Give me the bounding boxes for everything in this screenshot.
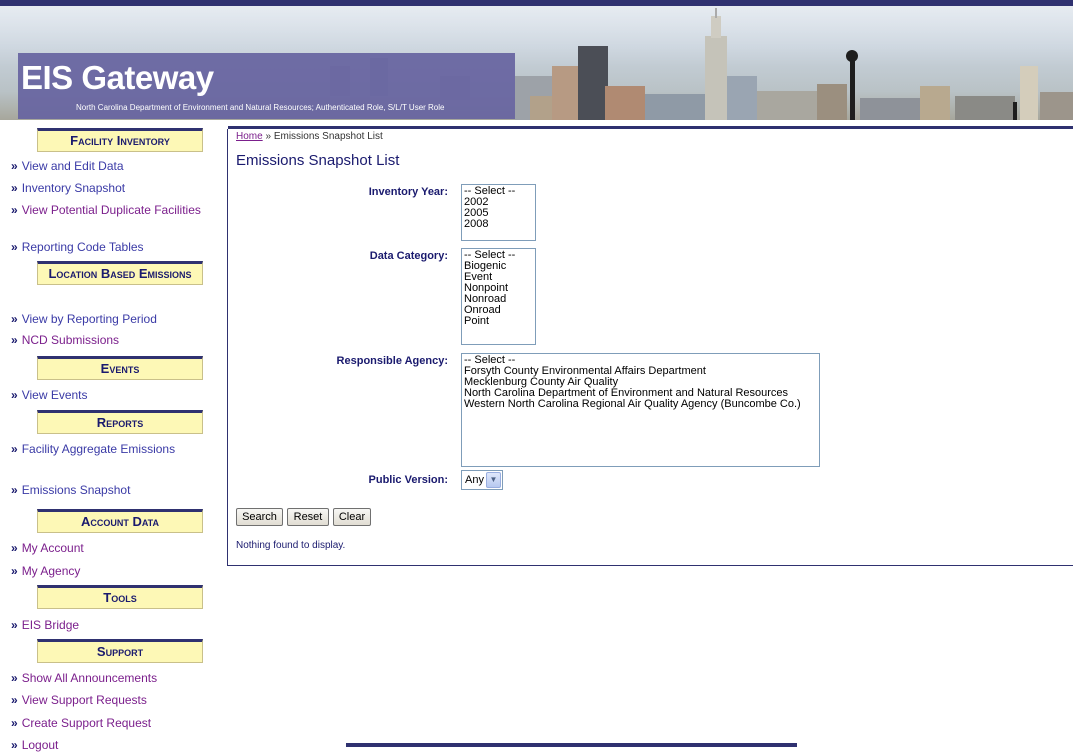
sidebar-header-support: Support (37, 639, 203, 663)
sidebar-item-show-all-announcements[interactable]: » Show All Announcements (11, 671, 157, 686)
chevron-icon: » (11, 541, 18, 555)
listbox-option[interactable]: Point (464, 316, 533, 327)
header-banner: EIS Gateway North Carolina Department of… (0, 0, 1073, 120)
app-subtitle: North Carolina Department of Environment… (76, 103, 445, 112)
sidebar-item-label: My Agency (21, 564, 81, 578)
page-title: Emissions Snapshot List (236, 152, 400, 169)
inventory-year-listbox[interactable]: -- Select -- 2002 2005 2008 (461, 184, 536, 241)
sidebar-item-eis-bridge[interactable]: » EIS Bridge (11, 618, 79, 633)
sidebar-item-my-agency[interactable]: » My Agency (11, 564, 80, 579)
sidebar-item-label: Create Support Request (21, 716, 152, 730)
breadcrumb-separator: » (265, 131, 272, 142)
chevron-icon: » (11, 716, 18, 730)
sidebar-header-account-data: Account Data (37, 509, 203, 533)
sidebar-item-label: EIS Bridge (21, 618, 80, 632)
chevron-icon: » (11, 483, 18, 497)
data-category-label: Data Category: (369, 250, 448, 262)
sidebar-item-label: View Potential Duplicate Facilities (21, 203, 201, 217)
public-version-value: Any (465, 474, 484, 486)
chevron-icon: » (11, 181, 18, 195)
sidebar-item-view-events[interactable]: » View Events (11, 388, 88, 403)
sidebar-header-location-based-emissions: Location Based Emissions (37, 261, 203, 285)
listbox-option[interactable]: Western North Carolina Regional Air Qual… (464, 399, 817, 410)
breadcrumb-current: Emissions Snapshot List (273, 131, 383, 142)
sidebar-header-reports: Reports (37, 410, 203, 434)
sidebar-item-emissions-snapshot[interactable]: » Emissions Snapshot (11, 483, 130, 498)
chevron-icon: » (11, 159, 18, 173)
sidebar-header-facility-inventory: Facility Inventory (37, 128, 203, 152)
sidebar-item-view-support-requests[interactable]: » View Support Requests (11, 693, 147, 708)
search-button[interactable]: Search (236, 508, 283, 526)
sidebar-item-label: Inventory Snapshot (21, 181, 126, 195)
chevron-icon: » (11, 738, 18, 752)
sidebar-item-create-support-request[interactable]: » Create Support Request (11, 716, 151, 731)
chevron-icon: » (11, 618, 18, 632)
sidebar-item-inventory-snapshot[interactable]: » Inventory Snapshot (11, 181, 125, 196)
chevron-icon: » (11, 442, 18, 456)
footer-rule (346, 743, 797, 747)
result-message: Nothing found to display. (236, 540, 346, 551)
responsible-agency-label: Responsible Agency: (336, 355, 448, 367)
sidebar-item-label: View by Reporting Period (21, 312, 157, 326)
sidebar-item-label: NCD Submissions (21, 333, 120, 347)
inventory-year-label: Inventory Year: (368, 186, 448, 198)
sidebar-header-events: Events (37, 356, 203, 380)
sidebar-item-label: Emissions Snapshot (21, 483, 131, 497)
responsible-agency-listbox[interactable]: -- Select -- Forsyth County Environmenta… (461, 353, 820, 467)
sidebar-item-reporting-code-tables[interactable]: » Reporting Code Tables (11, 240, 144, 255)
sidebar-item-label: My Account (21, 541, 84, 555)
chevron-icon: » (11, 671, 18, 685)
chevron-icon: » (11, 693, 18, 707)
sidebar-item-facility-aggregate-emissions[interactable]: » Facility Aggregate Emissions (11, 442, 201, 457)
reset-button[interactable]: Reset (287, 508, 329, 526)
sidebar-item-label: View Support Requests (21, 693, 147, 707)
app-title: EIS Gateway (21, 59, 214, 96)
sidebar-item-label: Show All Announcements (21, 671, 158, 685)
chevron-icon: » (11, 203, 18, 217)
chevron-down-icon[interactable]: ▼ (486, 472, 501, 488)
clear-button[interactable]: Clear (333, 508, 371, 526)
sidebar-item-view-potential-duplicate-facilities[interactable]: » View Potential Duplicate Facilities (11, 203, 201, 218)
breadcrumb: Home » Emissions Snapshot List (236, 131, 383, 142)
sidebar-item-view-by-reporting-period[interactable]: » View by Reporting Period (11, 312, 157, 327)
listbox-option[interactable]: 2008 (464, 219, 533, 230)
sidebar-item-ncd-submissions[interactable]: » NCD Submissions (11, 333, 119, 348)
public-version-select[interactable]: Any ▼ (461, 470, 503, 490)
sidebar-item-view-and-edit-data[interactable]: » View and Edit Data (11, 159, 124, 174)
chevron-icon: » (11, 564, 18, 578)
data-category-listbox[interactable]: -- Select -- Biogenic Event Nonpoint Non… (461, 248, 536, 345)
sidebar-item-label: Logout (21, 738, 59, 752)
chevron-icon: » (11, 333, 18, 347)
chevron-icon: » (11, 388, 18, 402)
main-content: Home » Emissions Snapshot List Emissions… (227, 129, 1073, 566)
chevron-icon: » (11, 312, 18, 326)
sidebar-item-logout[interactable]: » Logout (11, 738, 58, 753)
public-version-label: Public Version: (368, 474, 448, 486)
sidebar-item-label: Reporting Code Tables (21, 240, 144, 254)
sidebar-item-label: View Events (21, 388, 88, 402)
sidebar-header-tools: Tools (37, 585, 203, 609)
chevron-icon: » (11, 240, 18, 254)
breadcrumb-home-link[interactable]: Home (236, 131, 263, 142)
sidebar-item-my-account[interactable]: » My Account (11, 541, 84, 556)
sidebar-item-label: View and Edit Data (21, 159, 124, 173)
sidebar-item-label: Facility Aggregate Emissions (21, 442, 176, 456)
